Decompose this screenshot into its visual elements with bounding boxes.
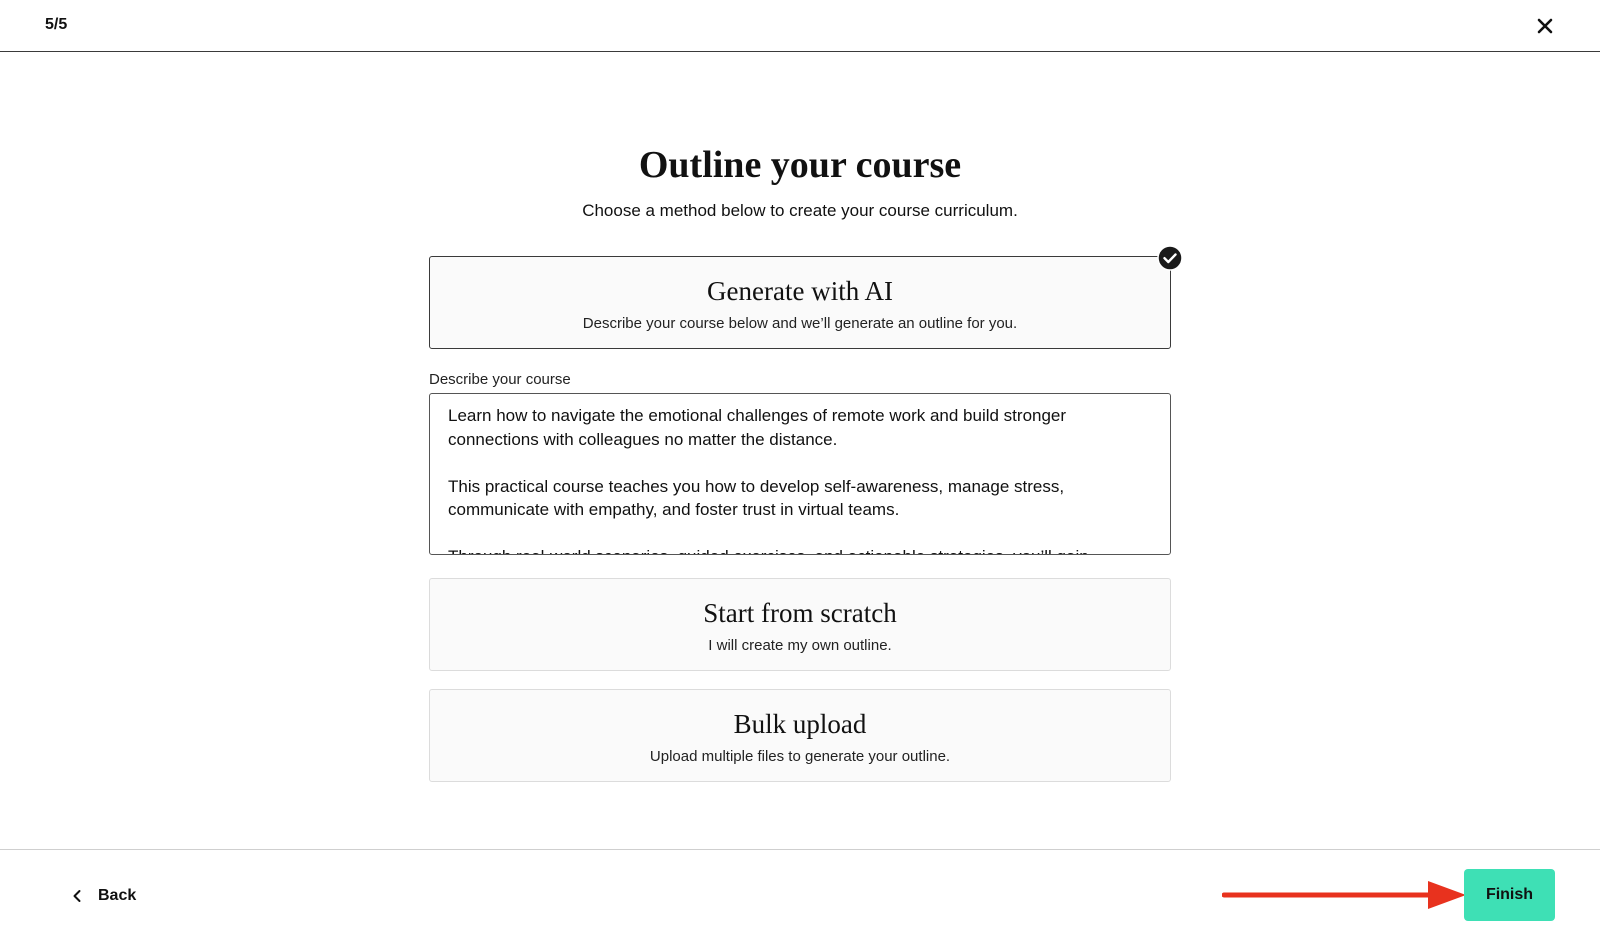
arrow-right-icon (1222, 881, 1466, 909)
page-subtitle: Choose a method below to create your cou… (582, 201, 1018, 220)
finish-button[interactable]: Finish (1464, 869, 1555, 921)
option-description: Upload multiple files to generate your o… (649, 748, 951, 765)
option-title: Start from scratch (703, 598, 897, 628)
chevron-left-icon (73, 890, 81, 902)
back-label: Back (98, 887, 137, 904)
option-generate-with-ai[interactable]: Generate with AI Describe your course be… (429, 256, 1171, 349)
page-title: Outline your course (638, 144, 962, 186)
option-start-from-scratch[interactable]: Start from scratch I will create my own … (429, 578, 1171, 671)
option-title: Generate with AI (707, 276, 893, 306)
option-description: Describe your course below and we’ll gen… (582, 315, 1018, 332)
describe-course-text: Learn how to navigate the emotional chal… (448, 406, 1089, 554)
option-title: Bulk upload (733, 709, 867, 739)
describe-course-textarea[interactable]: Learn how to navigate the emotional chal… (429, 393, 1171, 555)
close-icon (1537, 18, 1553, 34)
back-button[interactable]: Back (70, 881, 136, 911)
check-circle-icon (1157, 245, 1183, 271)
step-indicator: 5/5 (45, 16, 68, 33)
top-bar: 5/5 (0, 0, 1600, 52)
option-description: I will create my own outline. (708, 637, 892, 654)
describe-course-label: Describe your course (429, 371, 571, 388)
close-button[interactable] (1533, 14, 1557, 38)
option-bulk-upload[interactable]: Bulk upload Upload multiple files to gen… (429, 689, 1171, 782)
finish-label: Finish (1485, 886, 1534, 903)
